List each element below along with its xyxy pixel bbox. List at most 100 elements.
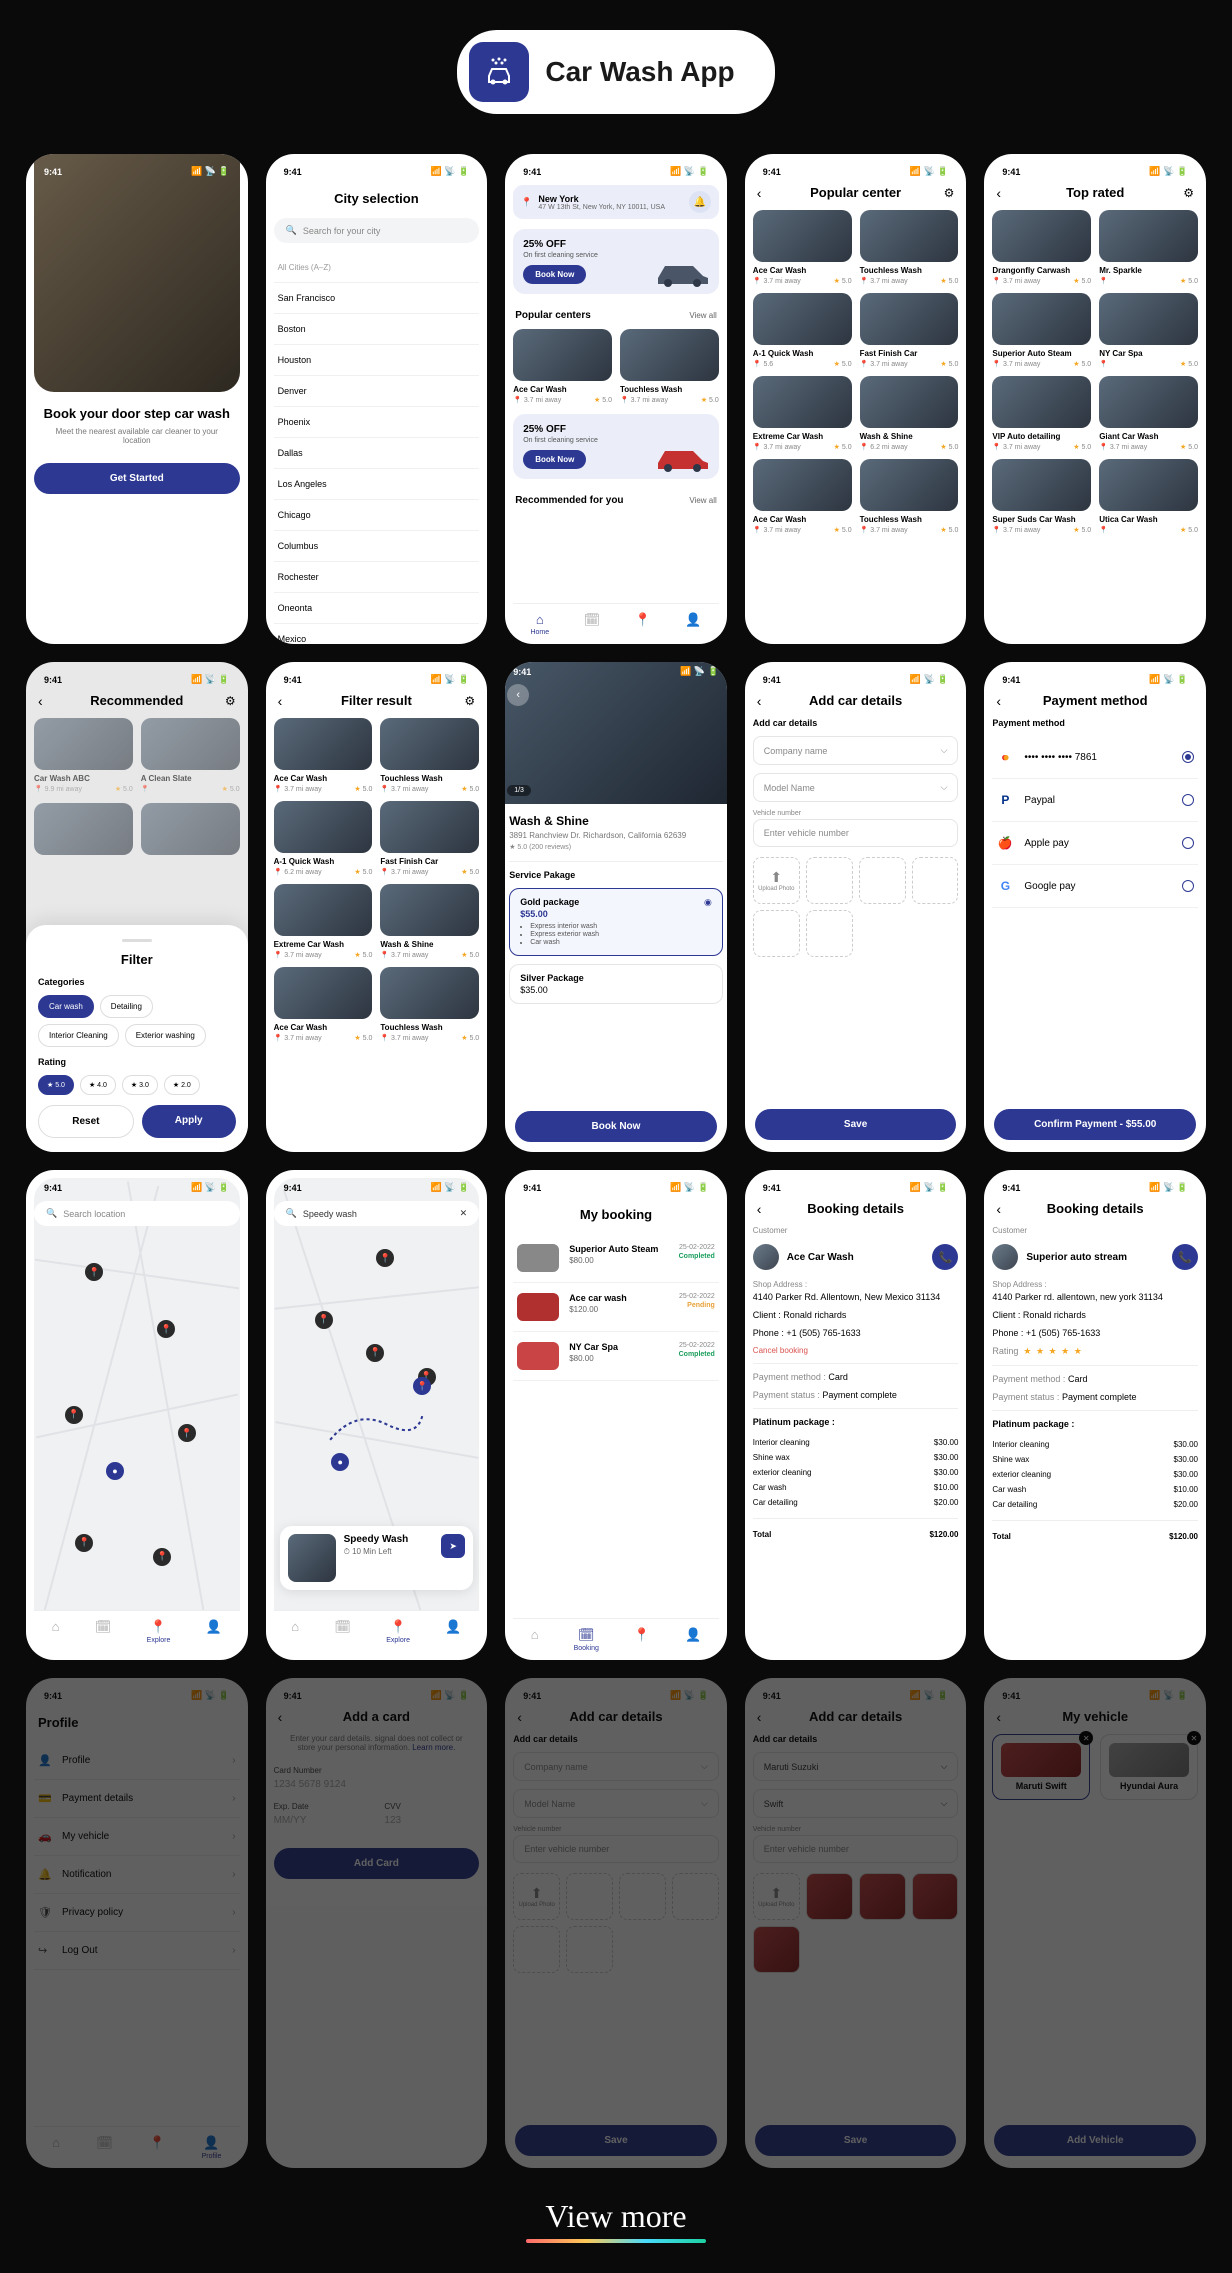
center-card[interactable]: A-1 Quick Wash 📍 5.6★ 5.0 [753,293,852,368]
back-button[interactable]: ‹ [996,693,1001,709]
nav-profile[interactable]: 👤 [206,1619,222,1644]
center-card[interactable]: VIP Auto detailing 📍 3.7 mi away★ 5.0 [992,376,1091,451]
uploaded-photo[interactable] [806,1873,853,1920]
clear-icon[interactable]: ✕ [460,1208,468,1219]
center-card[interactable]: Ace Car Wash 📍 3.7 mi away★ 5.0 [274,967,373,1042]
menu-item[interactable]: 👤 Profile › [34,1742,240,1780]
package-gold[interactable]: Gold package◉ $55.00 Express interior wa… [509,888,723,956]
map-pin[interactable]: 📍 [85,1263,103,1281]
call-button[interactable]: 📞 [932,1244,958,1270]
city-item[interactable]: Denver [274,376,480,407]
view-all-link[interactable]: View all [689,496,716,505]
city-item[interactable]: Dallas [274,438,480,469]
center-card[interactable]: Extreme Car Wash 📍 3.7 mi away★ 5.0 [274,884,373,959]
back-button[interactable]: ‹ [38,693,43,709]
uploaded-photo[interactable] [753,1926,800,1973]
uploaded-photo[interactable] [859,1873,906,1920]
city-item[interactable]: Columbus [274,531,480,562]
map-search-input[interactable]: 🔍Search location [34,1201,240,1226]
back-button[interactable]: ‹ [278,1709,283,1725]
add-card-button[interactable]: Add Card [274,1848,480,1879]
back-button[interactable]: ‹ [507,684,529,706]
upload-photo-button[interactable]: ⬆Upload Photo [753,857,800,904]
nav-explore[interactable]: 📍 [634,1627,650,1652]
center-card[interactable]: A Clean Slate 📍 ★ 5.0 [141,718,240,793]
filter-icon[interactable]: ⚙ [225,694,236,708]
location-box[interactable]: 📍 New York47 W 13th St, New York, NY 100… [513,185,719,219]
cvv-input[interactable]: 123 [384,1815,479,1826]
rating-chip[interactable]: ★ 3.0 [122,1075,158,1095]
model-select[interactable]: Swift⌵ [753,1789,959,1818]
map-pin[interactable]: 📍 [376,1249,394,1267]
back-button[interactable]: ‹ [757,1201,762,1217]
back-button[interactable]: ‹ [278,693,283,709]
nav-booking[interactable]: 🗓 [96,2135,113,2160]
payment-option[interactable]: G Google pay [992,865,1198,908]
filter-chip[interactable]: Car wash [38,995,94,1018]
center-card[interactable]: A-1 Quick Wash 📍 6.2 mi away★ 5.0 [274,801,373,876]
confirm-payment-button[interactable]: Confirm Payment - $55.00 [994,1109,1196,1140]
back-button[interactable]: ‹ [996,185,1001,201]
card-number-input[interactable]: 1234 5678 9124 [274,1779,480,1790]
center-card[interactable]: Mr. Sparkle 📍 ★ 5.0 [1099,210,1198,285]
booking-item[interactable]: NY Car Spa$80.00 25-02-2022Completed [513,1332,719,1381]
city-item[interactable]: Boston [274,314,480,345]
upload-photo-button[interactable]: ⬆Upload Photo [753,1873,800,1920]
menu-item[interactable]: 🔔 Notification › [34,1856,240,1894]
center-card[interactable]: Touchless Wash 📍 3.7 mi away★ 5.0 [380,967,479,1042]
center-card[interactable]: Drangonfly Carwash 📍 3.7 mi away★ 5.0 [992,210,1091,285]
get-started-button[interactable]: Get Started [34,463,240,494]
nav-explore[interactable]: 📍Explore [386,1619,410,1644]
map-pin[interactable]: 📍 [366,1344,384,1362]
nav-profile[interactable]: 👤 [685,612,701,636]
center-card[interactable]: Super Suds Car Wash 📍 3.7 mi away★ 5.0 [992,459,1091,534]
center-card[interactable]: Touchless Wash 📍 3.7 mi away★ 5.0 [860,210,959,285]
delete-icon[interactable]: ✕ [1079,1731,1093,1745]
promo-book-button[interactable]: Book Now [523,265,586,284]
apply-button[interactable]: Apply [142,1105,236,1138]
package-silver[interactable]: Silver Package $35.00 [509,964,723,1004]
city-item[interactable]: Mexico [274,624,480,644]
back-button[interactable]: ‹ [996,1201,1001,1217]
cancel-booking-link[interactable]: Cancel booking [753,1346,959,1355]
view-all-link[interactable]: View all [689,311,716,320]
filter-chip[interactable]: Interior Cleaning [38,1024,119,1047]
center-card[interactable]: Extreme Car Wash 📍 3.7 mi away★ 5.0 [753,376,852,451]
city-item[interactable]: Oneonta [274,593,480,624]
nav-home[interactable]: ⌂ [52,1619,60,1644]
nav-profile[interactable]: 👤 [445,1619,461,1644]
center-card[interactable]: Fast Finish Car 📍 3.7 mi away★ 5.0 [860,293,959,368]
company-select[interactable]: Maruti Suzuki⌵ [753,1752,959,1781]
city-item[interactable]: Los Angeles [274,469,480,500]
model-select[interactable]: Model Name⌵ [513,1789,719,1818]
menu-item[interactable]: 🚗 My vehicle › [34,1818,240,1856]
nav-explore[interactable]: 📍Explore [147,1619,171,1644]
call-button[interactable]: 📞 [1172,1244,1198,1270]
save-button[interactable]: Save [515,2125,717,2156]
promo-book-button[interactable]: Book Now [523,450,586,469]
city-item[interactable]: Houston [274,345,480,376]
city-item[interactable]: Rochester [274,562,480,593]
center-card[interactable]: Ace Car Wash 📍 3.7 mi away★ 5.0 [753,459,852,534]
center-card[interactable]: Ace Car Wash 📍 3.7 mi away★ 5.0 [513,329,612,404]
notification-icon[interactable]: 🔔 [689,191,711,213]
model-select[interactable]: Model Name⌵ [753,773,959,802]
city-search-input[interactable]: 🔍Search for your city [274,218,480,243]
center-card[interactable]: Giant Car Wash 📍 3.7 mi away★ 5.0 [1099,376,1198,451]
map-pin[interactable]: 📍 [178,1424,196,1442]
vehicle-number-input[interactable]: Enter vehicle number [513,1835,719,1863]
payment-option[interactable]: 🍎 Apple pay [992,822,1198,865]
back-button[interactable]: ‹ [757,185,762,201]
center-card[interactable]: NY Car Spa 📍 ★ 5.0 [1099,293,1198,368]
book-now-button[interactable]: Book Now [515,1111,717,1142]
navigate-icon[interactable]: ➤ [441,1534,465,1558]
filter-icon[interactable]: ⚙ [944,186,955,200]
rating-chip[interactable]: ★ 2.0 [164,1075,200,1095]
map-result-card[interactable]: Speedy Wash ⏱ 10 Min Left ➤ [280,1526,474,1590]
menu-item[interactable]: 💳 Payment details › [34,1780,240,1818]
nav-booking[interactable]: 🗓 [95,1619,112,1644]
nav-booking[interactable]: 🗓 [334,1619,351,1644]
menu-item[interactable]: ↪ Log Out › [34,1932,240,1970]
center-card[interactable]: Touchless Wash 📍 3.7 mi away★ 5.0 [620,329,719,404]
map-pin[interactable]: 📍 [75,1534,93,1552]
